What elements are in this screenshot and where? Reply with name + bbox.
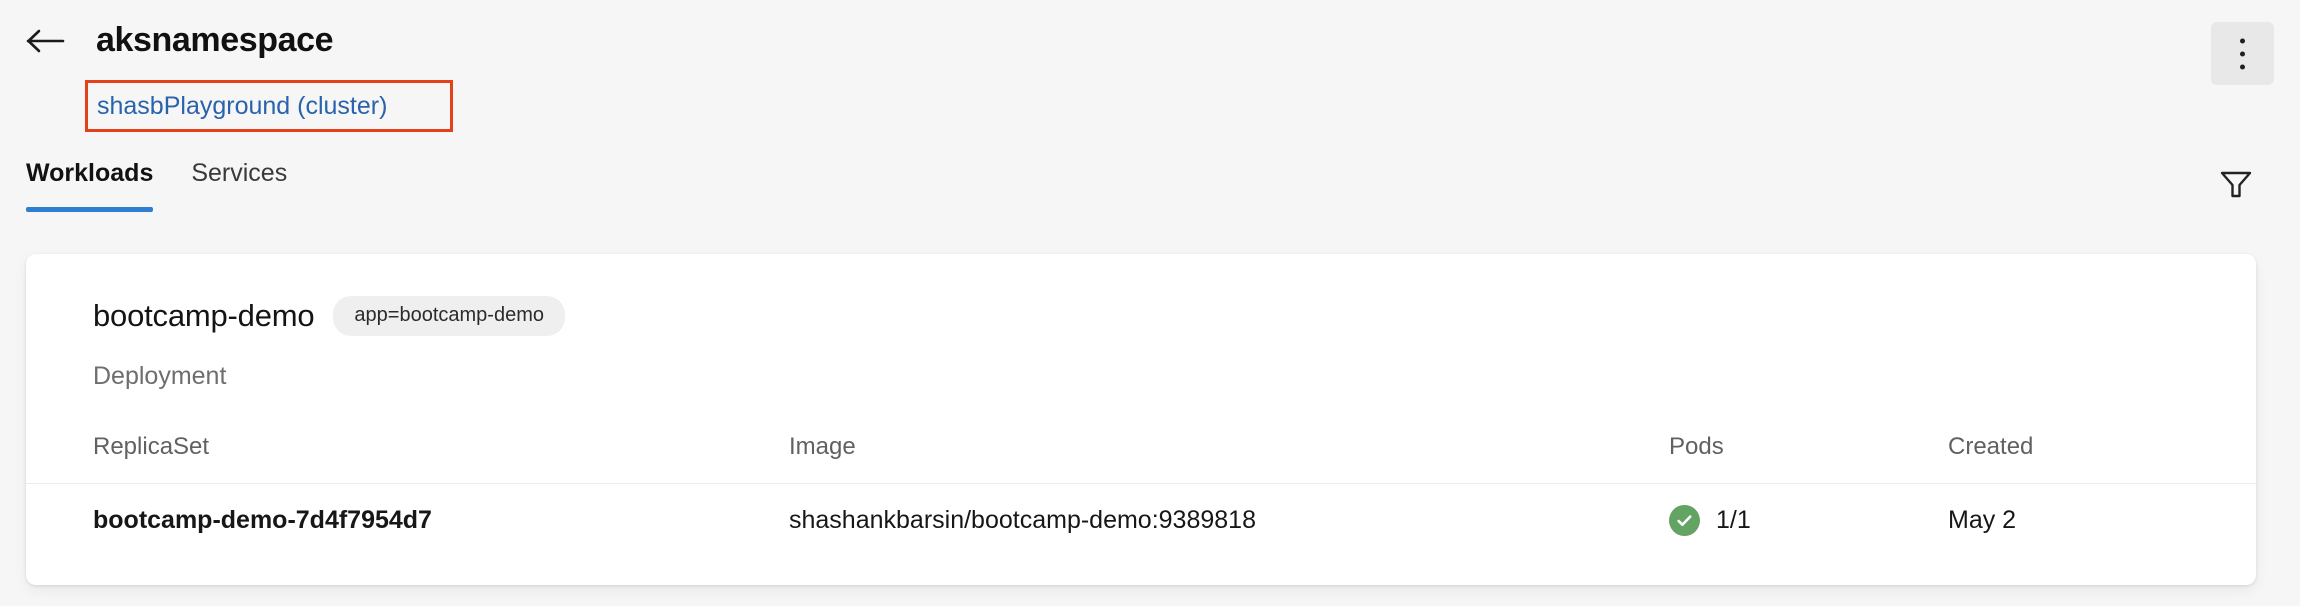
workload-kind: Deployment <box>93 362 227 390</box>
cluster-breadcrumb-link[interactable]: shasbPlayground (cluster) <box>97 88 387 124</box>
column-header-image: Image <box>789 433 856 460</box>
workload-name: bootcamp-demo <box>93 298 315 333</box>
cell-image: shashankbarsin/bootcamp-demo:9389818 <box>789 505 1256 534</box>
dot <box>2240 38 2245 43</box>
table-row[interactable]: bootcamp-demo-7d4f7954d7 shashankbarsin/… <box>26 483 2256 556</box>
dot <box>2240 64 2245 69</box>
funnel-filter-icon[interactable] <box>2215 162 2257 204</box>
cell-pods: 1/1 <box>1669 484 1751 556</box>
arrow-left-icon[interactable] <box>26 28 66 54</box>
column-header-replicaset: ReplicaSet <box>93 433 210 460</box>
check-circle-icon <box>1669 504 1700 536</box>
more-vertical-icon[interactable] <box>2211 22 2274 85</box>
cell-replicaset: bootcamp-demo-7d4f7954d7 <box>93 505 432 534</box>
more-dots <box>2211 38 2274 69</box>
page-title: aksnamespace <box>96 21 334 59</box>
column-header-created: Created <box>1948 433 2034 460</box>
column-header-pods: Pods <box>1669 433 1724 460</box>
cell-created: May 2 <box>1948 505 2017 534</box>
table-header-row: ReplicaSet Image Pods Created <box>26 411 2256 483</box>
replicaset-table: ReplicaSet Image Pods Created bootcamp-d… <box>26 411 2256 556</box>
tab-list: Workloads Services <box>26 148 287 212</box>
workload-title-row: bootcamp-demo app=bootcamp-demo <box>93 296 565 336</box>
workload-label-chip: app=bootcamp-demo <box>333 296 565 336</box>
dot <box>2240 51 2245 56</box>
tab-bar: Workloads Services <box>0 148 2300 222</box>
workload-card: bootcamp-demo app=bootcamp-demo Deployme… <box>26 254 2256 585</box>
tab-workloads[interactable]: Workloads <box>26 148 154 212</box>
tab-services[interactable]: Services <box>191 148 287 212</box>
pods-ready-count: 1/1 <box>1716 505 1751 534</box>
page-header: aksnamespace shasbPlayground (cluster) <box>0 0 2300 148</box>
workload-card-header: bootcamp-demo app=bootcamp-demo Deployme… <box>26 254 2256 411</box>
